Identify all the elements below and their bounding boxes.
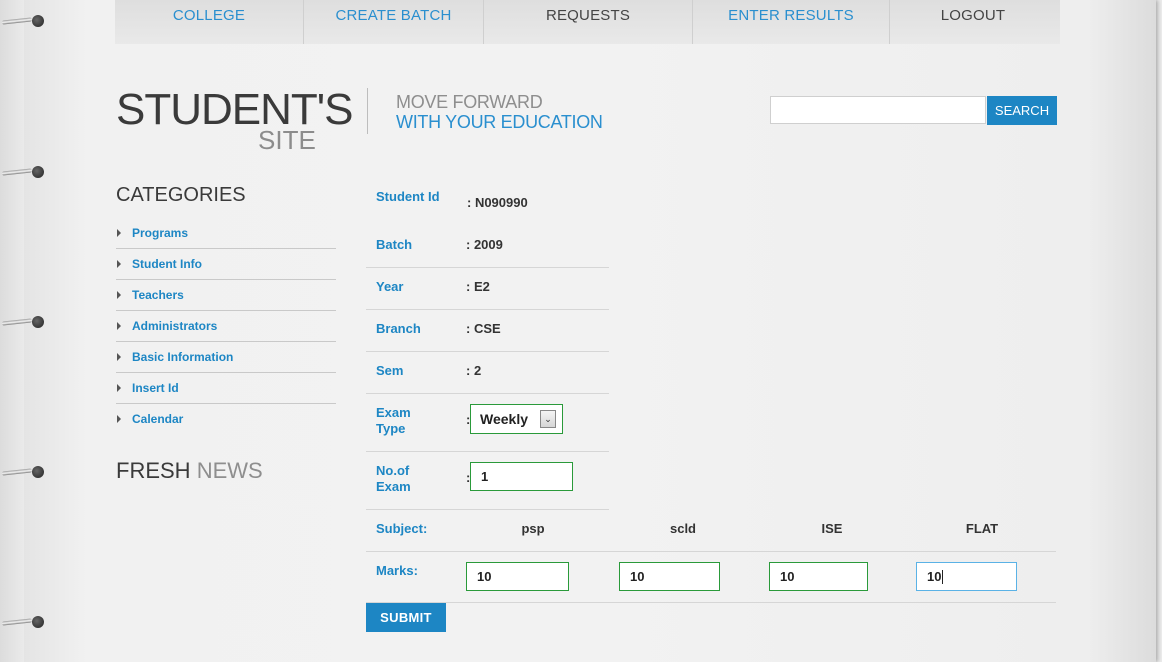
category-student-info[interactable]: Student Info: [116, 249, 336, 280]
category-teachers[interactable]: Teachers: [116, 280, 336, 311]
category-label: Calendar: [132, 412, 184, 426]
search-button[interactable]: SEARCH: [987, 96, 1057, 125]
row-divider: [366, 309, 609, 310]
category-insert-id[interactable]: Insert Id: [116, 373, 336, 404]
marks-input-value: 10: [927, 569, 942, 584]
year-value: : E2: [466, 279, 490, 294]
arrow-right-icon: [117, 415, 121, 423]
subject-header: ISE: [821, 521, 843, 536]
submit-button[interactable]: SUBMIT: [366, 603, 446, 632]
branch-value: : CSE: [466, 321, 501, 336]
row-divider: [366, 602, 1056, 603]
binder-ring: [1, 465, 46, 479]
category-label: Student Info: [132, 257, 202, 271]
news-title-part-2: NEWS: [196, 458, 263, 483]
categories-title: CATEGORIES: [116, 184, 246, 206]
site-logo: STUDENT'S: [116, 85, 354, 134]
binder-ring: [1, 14, 46, 28]
exam-type-label: Exam Type: [376, 405, 411, 436]
row-divider: [366, 551, 1056, 552]
row-divider: [366, 267, 609, 268]
nav-logout[interactable]: LOGOUT: [890, 0, 1056, 44]
binder-ring: [1, 165, 46, 179]
news-title-part-1: FRESH: [116, 458, 191, 483]
category-label: Programs: [132, 226, 189, 240]
category-label: Administrators: [132, 319, 218, 333]
arrow-right-icon: [117, 260, 121, 268]
subject-header: FLAT: [965, 521, 999, 536]
categories-list: Programs Student Info Teachers Administr…: [116, 218, 336, 434]
arrow-right-icon: [117, 291, 121, 299]
row-divider: [366, 393, 609, 394]
header-divider: [367, 88, 368, 134]
nav-enter-results[interactable]: ENTER RESULTS: [693, 0, 889, 44]
subject-header: psp: [521, 521, 545, 536]
chevron-down-icon[interactable]: ⌄: [540, 410, 556, 428]
top-navigation: COLLEGE CREATE BATCH REQUESTS ENTER RESU…: [115, 0, 1060, 44]
row-divider: [366, 509, 609, 510]
branch-label: Branch: [376, 321, 421, 336]
category-label: Basic Information: [132, 350, 234, 364]
category-basic-information[interactable]: Basic Information: [116, 342, 336, 373]
student-id-label: Student Id: [376, 189, 440, 204]
sem-value: : 2: [466, 363, 482, 378]
arrow-right-icon: [117, 322, 121, 330]
nav-create-batch[interactable]: CREATE BATCH: [304, 0, 483, 44]
binding-edge: [0, 0, 24, 662]
sem-label: Sem: [376, 363, 404, 378]
row-divider: [366, 451, 609, 452]
student-id-value: : N090990: [467, 195, 528, 210]
marks-label: Marks:: [376, 563, 418, 578]
marks-input[interactable]: 10: [619, 562, 720, 591]
arrow-right-icon: [117, 229, 121, 237]
year-label: Year: [376, 279, 404, 294]
binder-ring: [1, 315, 46, 329]
batch-value: : 2009: [466, 237, 503, 252]
category-label: Insert Id: [132, 381, 179, 395]
arrow-right-icon: [117, 353, 121, 361]
category-programs[interactable]: Programs: [116, 218, 336, 249]
category-administrators[interactable]: Administrators: [116, 311, 336, 342]
arrow-right-icon: [117, 384, 121, 392]
exam-type-select[interactable]: Weekly ⌄: [470, 404, 563, 434]
text-cursor: [942, 569, 944, 584]
category-label: Teachers: [132, 288, 184, 302]
subject-header: scld: [669, 521, 696, 536]
binder-ring: [1, 615, 46, 629]
nav-requests[interactable]: REQUESTS: [484, 0, 692, 44]
exam-type-selected: Weekly: [480, 411, 528, 427]
category-calendar[interactable]: Calendar: [116, 404, 336, 434]
subject-label: Subject:: [376, 521, 428, 536]
marks-input[interactable]: 10: [466, 562, 569, 591]
search-input[interactable]: [770, 96, 986, 124]
no-of-exam-label: No.of Exam: [376, 463, 411, 494]
batch-label: Batch: [376, 237, 413, 252]
no-of-exam-input[interactable]: 1: [470, 462, 573, 491]
marks-input[interactable]: 10: [769, 562, 868, 591]
site-logo-sub: SITE: [258, 125, 316, 155]
row-divider: [366, 351, 609, 352]
tagline-line-2: WITH YOUR EDUCATION: [396, 112, 603, 132]
tagline-line-1: MOVE FORWARD: [396, 92, 543, 112]
fresh-news-title: FRESH NEWS: [116, 458, 263, 484]
nav-college[interactable]: COLLEGE: [115, 0, 303, 44]
marks-input-focused[interactable]: 10: [916, 562, 1017, 591]
